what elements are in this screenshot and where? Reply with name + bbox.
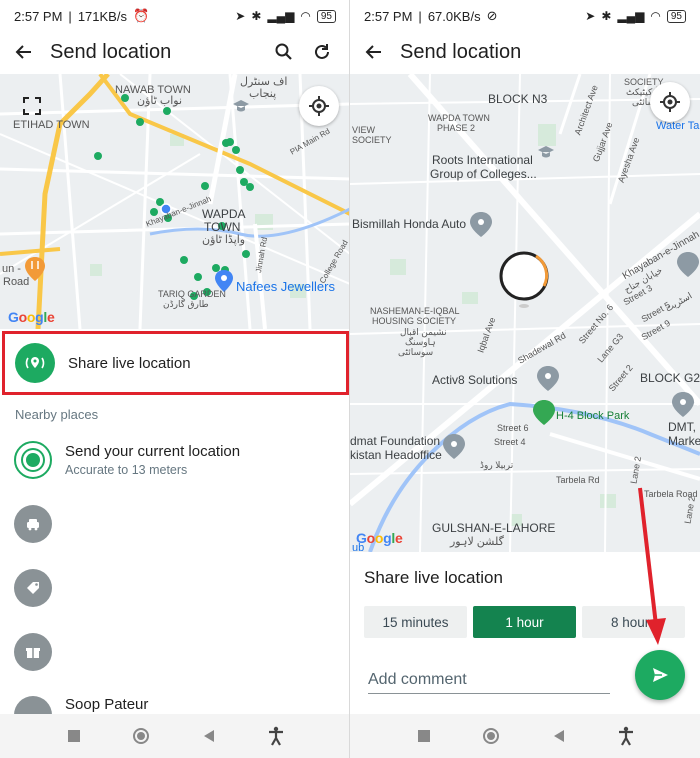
gift-icon (14, 633, 52, 671)
google-logo: Google (356, 530, 403, 546)
navigation-bar (350, 714, 700, 758)
fullscreen-button[interactable] (12, 86, 52, 126)
live-location-icon (15, 343, 55, 383)
status-bar: 2:57 PM | 67.0KB/s ⊘ ➤ ✱ ▂▄▆ ◠ 95 (350, 0, 700, 32)
recents-button[interactable] (60, 722, 88, 750)
status-time: 2:57 PM (14, 8, 63, 24)
current-location-title: Send your current location (65, 443, 241, 460)
map-label-gulshan: GULSHAN-E-LAHORE (432, 521, 556, 535)
app-bar: Send location (350, 32, 700, 72)
crosshair-icon (309, 96, 329, 116)
square-icon (67, 730, 80, 742)
page-title: Send location (50, 40, 172, 63)
map-label-roots[interactable]: Roots International (432, 154, 533, 166)
status-time: 2:57 PM (364, 8, 413, 24)
refresh-button[interactable] (306, 36, 338, 68)
navigation-bar (0, 714, 350, 758)
list-item[interactable] (14, 624, 350, 680)
signal-icon: ▂▄▆ (617, 9, 645, 23)
tag-icon (14, 569, 52, 607)
wifi-icon: ◠ (300, 9, 311, 23)
bluetooth-icon: ✱ (601, 9, 612, 23)
back-button[interactable] (12, 40, 36, 64)
send-icon (653, 668, 668, 682)
search-button[interactable] (268, 36, 300, 68)
map-label-activ8[interactable]: Activ8 Solutions (432, 374, 517, 386)
map-view[interactable]: BLOCK N3 WAPDA TOWN PHASE 2 VIEW SOCIETY… (350, 74, 700, 552)
map-label-bismillah[interactable]: Bismillah Honda Auto (352, 218, 466, 230)
circle-icon (483, 728, 500, 744)
app-bar: Send location (0, 32, 350, 72)
list-item[interactable] (14, 560, 350, 616)
mute-icon: ⊘ (486, 8, 498, 23)
square-icon (417, 730, 430, 742)
page-title: Send location (400, 40, 522, 63)
current-location-icon (14, 441, 52, 479)
wifi-icon: ◠ (650, 9, 661, 23)
duration-15-minutes[interactable]: 15 minutes (364, 606, 467, 638)
status-bar: 2:57 PM | 171KB/s ⏰ ➤ ✱ ▂▄▆ ◠ 95 (0, 0, 350, 32)
my-location-button[interactable] (299, 86, 339, 126)
map-label-block-g2: BLOCK G2 (640, 371, 700, 385)
my-location-button[interactable] (650, 82, 690, 122)
nearby-places-header: Nearby places (15, 407, 99, 422)
circle-icon (133, 728, 150, 744)
map-label-nafees-jewellers[interactable]: Nafees Jewellers (236, 280, 335, 293)
triangle-back-icon (203, 730, 214, 742)
alarm-icon: ⏰ (132, 8, 150, 23)
google-logo: Google (8, 309, 55, 325)
sheet-title: Share live location (364, 568, 503, 587)
comment-input[interactable] (368, 666, 610, 694)
back-nav-button[interactable] (545, 722, 573, 750)
location-status-icon: ➤ (585, 9, 596, 23)
map-label-h4-park[interactable]: H-4 Block Park (556, 410, 629, 422)
recents-button[interactable] (410, 722, 438, 750)
fullscreen-icon (23, 97, 41, 115)
accessibility-button[interactable] (262, 722, 290, 750)
duration-8-hours[interactable]: 8 hours (582, 606, 685, 638)
taxi-icon (14, 505, 52, 543)
accessibility-icon (619, 726, 634, 746)
share-live-location-row[interactable]: Share live location (2, 331, 349, 395)
home-button[interactable] (477, 722, 505, 750)
map-label-wapda-town: WAPDA (202, 207, 246, 221)
duration-1-hour[interactable]: 1 hour (473, 606, 576, 638)
back-button[interactable] (362, 40, 386, 64)
bluetooth-icon: ✱ (251, 9, 262, 23)
location-status-icon: ➤ (235, 9, 246, 23)
back-nav-button[interactable] (195, 722, 223, 750)
back-arrow-icon (15, 45, 31, 59)
battery-icon: 95 (316, 9, 336, 23)
refresh-icon (315, 44, 329, 59)
current-location-accuracy: Accurate to 13 meters (65, 463, 188, 477)
place-title: Soop Pateur (65, 696, 149, 713)
left-screen: 2:57 PM | 171KB/s ⏰ ➤ ✱ ▂▄▆ ◠ 95 Send lo… (0, 0, 350, 758)
accessibility-button[interactable] (612, 722, 640, 750)
home-button[interactable] (127, 722, 155, 750)
map-view[interactable]: NAWAB TOWN نواب ٹاؤن ETIHAD TOWN اف سنٹر… (0, 74, 350, 329)
status-speed: 67.0KB/s (427, 8, 481, 24)
right-screen: 2:57 PM | 67.0KB/s ⊘ ➤ ✱ ▂▄▆ ◠ 95 Send l… (350, 0, 700, 758)
map-label-block-n3: BLOCK N3 (488, 92, 548, 106)
duration-selector: 15 minutes 1 hour 8 hours (364, 606, 700, 638)
status-speed: 171KB/s (77, 8, 127, 24)
crosshair-icon (660, 92, 680, 112)
share-live-location-label: Share live location (68, 354, 191, 372)
send-button[interactable] (635, 650, 685, 700)
send-current-location-row[interactable]: Send your current location Accurate to 1… (14, 432, 350, 488)
signal-icon: ▂▄▆ (267, 9, 295, 23)
accessibility-icon (269, 726, 284, 746)
search-icon (275, 43, 292, 60)
back-arrow-icon (365, 45, 381, 59)
triangle-back-icon (553, 730, 564, 742)
battery-icon: 95 (666, 9, 686, 23)
list-item[interactable] (14, 496, 350, 552)
